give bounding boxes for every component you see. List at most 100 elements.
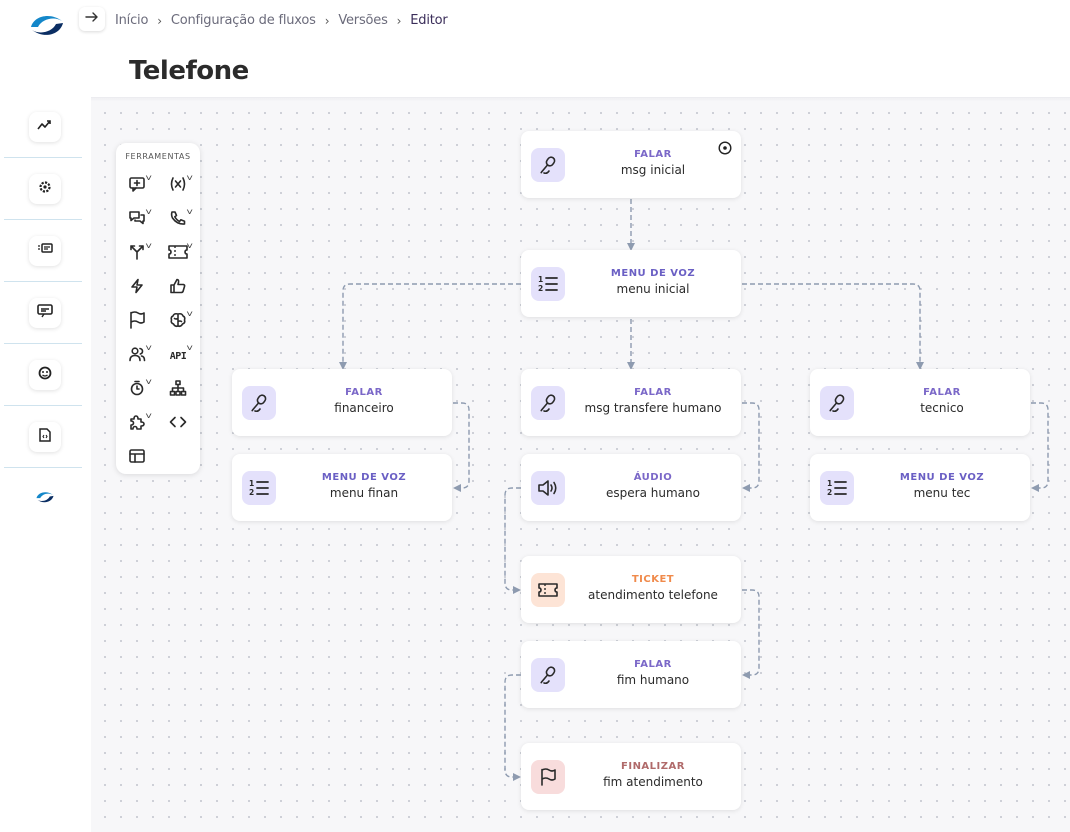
api-icon: API (169, 350, 187, 362)
hierarchy-icon (169, 379, 187, 401)
node-name-label: msg inicial (620, 163, 686, 177)
flow-node-fim-humano[interactable]: FALAR fim humano (521, 641, 741, 708)
timer-icon (128, 380, 146, 401)
svg-text:2: 2 (827, 488, 832, 497)
breadcrumb-versoes[interactable]: Versões (338, 13, 388, 28)
microphone-icon (242, 386, 276, 420)
chevron-down-icon: ˅ (144, 207, 152, 217)
flow-node-menu-tec[interactable]: 12 MENU DE VOZ menu tec (810, 454, 1030, 521)
brand-logo-icon (34, 489, 56, 510)
tool-split-arrows[interactable]: ˅ (122, 241, 152, 267)
sidebar-item-brand[interactable] (0, 468, 90, 530)
microphone-icon (531, 386, 565, 420)
sidebar-toggle-button[interactable] (79, 7, 105, 31)
flow-node-msg-inicial[interactable]: FALAR msg inicial (521, 131, 741, 198)
puzzle-icon (128, 414, 146, 435)
tool-chat-bubbles[interactable]: ˅ (122, 207, 152, 233)
chevron-right-icon: › (396, 13, 402, 28)
flow-node-financeiro[interactable]: FALAR financeiro (232, 369, 452, 436)
chevron-right-icon: › (324, 13, 330, 28)
tool-ticket[interactable]: ˅ (163, 241, 193, 267)
sidebar-item-dashboard[interactable] (0, 96, 90, 158)
node-type-label: FALAR (634, 659, 672, 670)
chevron-down-icon: ˅ (144, 173, 152, 183)
flow-node-tecnico[interactable]: FALAR tecnico (810, 369, 1030, 436)
tool-variable[interactable]: ˅ (163, 173, 193, 199)
brain-icon (169, 312, 187, 333)
numbered-list-icon: 12 (242, 471, 276, 505)
tool-thumbs-up[interactable] (163, 275, 193, 301)
tool-hierarchy[interactable] (163, 377, 193, 403)
flow-node-menu-finan[interactable]: 12 MENU DE VOZ menu finan (232, 454, 452, 521)
gear-icon (38, 180, 52, 199)
chevron-down-icon: ˅ (185, 309, 193, 319)
sidebar-item-support[interactable] (0, 344, 90, 406)
node-type-label: FALAR (923, 387, 961, 398)
tool-phone[interactable]: ˅ (163, 207, 193, 233)
sidebar-item-settings[interactable] (0, 158, 90, 220)
table-icon (128, 448, 146, 469)
node-name-label: menu inicial (616, 282, 690, 296)
node-name-label: fim humano (616, 673, 690, 687)
tool-code[interactable] (163, 411, 193, 437)
sidebar-item-files[interactable] (0, 406, 90, 468)
users-icon (128, 346, 146, 367)
tool-flag[interactable] (122, 309, 152, 335)
node-type-label: MENU DE VOZ (899, 472, 985, 483)
sidebar-item-messages[interactable] (0, 220, 90, 282)
speaker-icon (531, 471, 565, 505)
tool-puzzle[interactable]: ˅ (122, 411, 152, 437)
tool-add-message[interactable]: ˅ (122, 173, 152, 199)
tool-users[interactable]: ˅ (122, 343, 152, 369)
chevron-down-icon: ˅ (144, 377, 152, 387)
flow-node-atendimento-telefone[interactable]: TICKET atendimento telefone (521, 556, 741, 623)
node-name-label: espera humano (606, 486, 700, 500)
chat-bubbles-icon (128, 210, 146, 231)
node-name-label: financeiro (334, 401, 394, 415)
node-type-label: FALAR (634, 149, 672, 160)
flow-node-fim-atendimento[interactable]: FINALIZAR fim atendimento (521, 743, 741, 810)
chevron-down-icon: ˅ (144, 241, 152, 251)
svg-text:1: 1 (538, 275, 543, 284)
breadcrumb-editor: Editor (410, 13, 448, 28)
breadcrumb-configuracao-fluxos[interactable]: Configuração de fluxos (171, 13, 316, 28)
tool-api[interactable]: API ˅ (163, 343, 193, 369)
numbered-list-icon: 12 (531, 267, 565, 301)
headset-icon (38, 366, 52, 385)
trend-chart-icon (37, 118, 53, 136)
start-node-icon (718, 141, 732, 155)
node-type-label: ÁUDIO (633, 472, 673, 483)
tool-lightning[interactable] (122, 275, 152, 301)
node-name-label: msg transfere humano (584, 401, 722, 415)
flag-icon (127, 310, 147, 335)
chevron-down-icon: ˅ (185, 207, 193, 217)
tools-palette-title: FERRAMENTAS (125, 152, 191, 161)
chat-monitor-icon (37, 303, 53, 323)
tool-brain[interactable]: ˅ (163, 309, 193, 335)
ticket-icon (531, 573, 565, 607)
page-title: Telefone (129, 56, 249, 86)
tool-table[interactable] (122, 445, 152, 471)
svg-text:2: 2 (249, 488, 254, 497)
sidebar-item-chats[interactable] (0, 282, 90, 344)
flow-node-menu-inicial[interactable]: 12 MENU DE VOZ menu inicial (521, 250, 741, 317)
add-message-icon (128, 176, 146, 197)
microphone-icon (531, 658, 565, 692)
chevron-right-icon: › (157, 13, 162, 28)
flag-icon (531, 760, 565, 794)
breadcrumb-inicio[interactable]: Início (115, 13, 148, 28)
node-type-label: FALAR (345, 387, 383, 398)
chevron-down-icon: ˅ (185, 343, 193, 353)
flow-node-espera-humano[interactable]: ÁUDIO espera humano (521, 454, 741, 521)
node-type-label: MENU DE VOZ (321, 472, 407, 483)
node-type-label: MENU DE VOZ (610, 268, 696, 279)
split-arrows-icon (128, 244, 146, 265)
node-name-label: menu tec (913, 486, 971, 500)
flow-node-msg-transfere-humano[interactable]: FALAR msg transfere humano (521, 369, 741, 436)
tool-timer[interactable]: ˅ (122, 377, 152, 403)
brand-logo[interactable] (28, 10, 66, 40)
sidebar (0, 96, 90, 530)
file-code-icon (39, 427, 51, 447)
microphone-icon (820, 386, 854, 420)
chevron-down-icon: ˅ (144, 343, 152, 353)
